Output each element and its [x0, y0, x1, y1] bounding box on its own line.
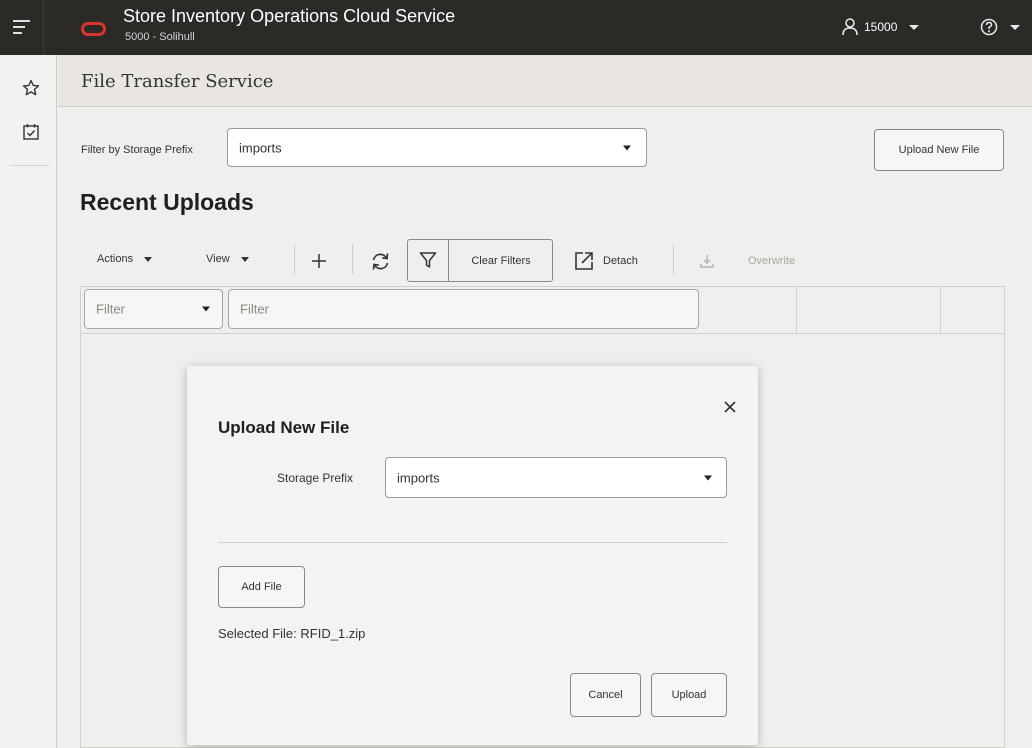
detach-button[interactable]: Detach: [574, 251, 638, 271]
navigation-menu-button[interactable]: [0, 0, 44, 55]
overwrite-button[interactable]: Overwrite: [748, 255, 795, 267]
user-menu[interactable]: 15000: [842, 15, 920, 39]
upload-new-file-button[interactable]: Upload New File: [874, 129, 1004, 171]
left-rail: [0, 55, 57, 748]
view-menu-label: View: [206, 253, 230, 265]
filter-input[interactable]: Filter: [228, 289, 699, 329]
store-subtitle: 5000 - Solihull: [125, 31, 195, 43]
chevron-down-icon: [704, 475, 712, 480]
dialog-title: Upload New File: [218, 418, 350, 437]
toolbar-divider: [673, 244, 674, 274]
help-menu[interactable]: [980, 15, 1020, 39]
add-icon[interactable]: [311, 253, 327, 269]
star-icon[interactable]: [22, 79, 40, 97]
storage-prefix-select[interactable]: imports: [385, 457, 727, 498]
column-divider: [796, 286, 797, 334]
filter-by-prefix-label: Filter by Storage Prefix: [81, 144, 193, 156]
toolbar-divider: [352, 244, 353, 274]
section-title: Recent Uploads: [80, 189, 254, 215]
user-id-label: 15000: [864, 20, 898, 34]
hamburger-icon: [13, 20, 30, 38]
filter-select-placeholder: Filter: [96, 301, 125, 317]
task-calendar-icon[interactable]: [22, 123, 40, 141]
app-title: Store Inventory Operations Cloud Service: [123, 6, 456, 26]
dialog-divider: [218, 542, 727, 543]
add-file-button[interactable]: Add File: [218, 566, 305, 608]
page-title: File Transfer Service: [81, 71, 274, 92]
oracle-logo-icon: [81, 22, 106, 36]
detach-label: Detach: [603, 255, 638, 267]
help-icon: [980, 18, 998, 36]
chevron-down-icon: [623, 145, 631, 150]
view-menu[interactable]: View: [206, 253, 249, 265]
refresh-icon[interactable]: [370, 251, 391, 272]
upload-button[interactable]: Upload: [651, 673, 727, 717]
cancel-button[interactable]: Cancel: [570, 673, 641, 717]
storage-prefix-filter-select[interactable]: imports: [227, 128, 647, 167]
storage-prefix-value: imports: [397, 470, 440, 485]
detach-icon: [575, 252, 593, 270]
chevron-down-icon: [202, 306, 210, 312]
toolbar-divider: [294, 244, 295, 274]
filter-icon: [419, 252, 437, 268]
selected-file-label: Selected File: RFID_1.zip: [218, 626, 366, 641]
rail-divider: [10, 165, 50, 166]
chevron-down-icon: [144, 256, 153, 262]
clear-filters-button[interactable]: Clear Filters: [450, 240, 552, 281]
filter-input-placeholder: Filter: [240, 301, 269, 317]
chevron-down-icon: [240, 256, 249, 262]
chevron-down-icon: [1010, 24, 1020, 30]
filter-button-group: Clear Filters: [407, 239, 553, 282]
filter-column-select[interactable]: Filter: [84, 289, 223, 329]
storage-prefix-filter-value: imports: [239, 140, 282, 155]
user-icon: [842, 18, 858, 36]
top-bar: Store Inventory Operations Cloud Service…: [0, 0, 1032, 55]
actions-menu-label: Actions: [97, 253, 134, 265]
download-icon: [700, 255, 714, 268]
close-icon[interactable]: [723, 400, 737, 414]
actions-menu[interactable]: Actions: [97, 253, 153, 265]
upload-file-dialog: Upload New File Storage Prefix imports A…: [187, 366, 758, 745]
filter-toggle-button[interactable]: [408, 240, 449, 281]
column-divider: [940, 286, 941, 334]
chevron-down-icon: [909, 24, 920, 30]
storage-prefix-label: Storage Prefix: [277, 471, 354, 485]
